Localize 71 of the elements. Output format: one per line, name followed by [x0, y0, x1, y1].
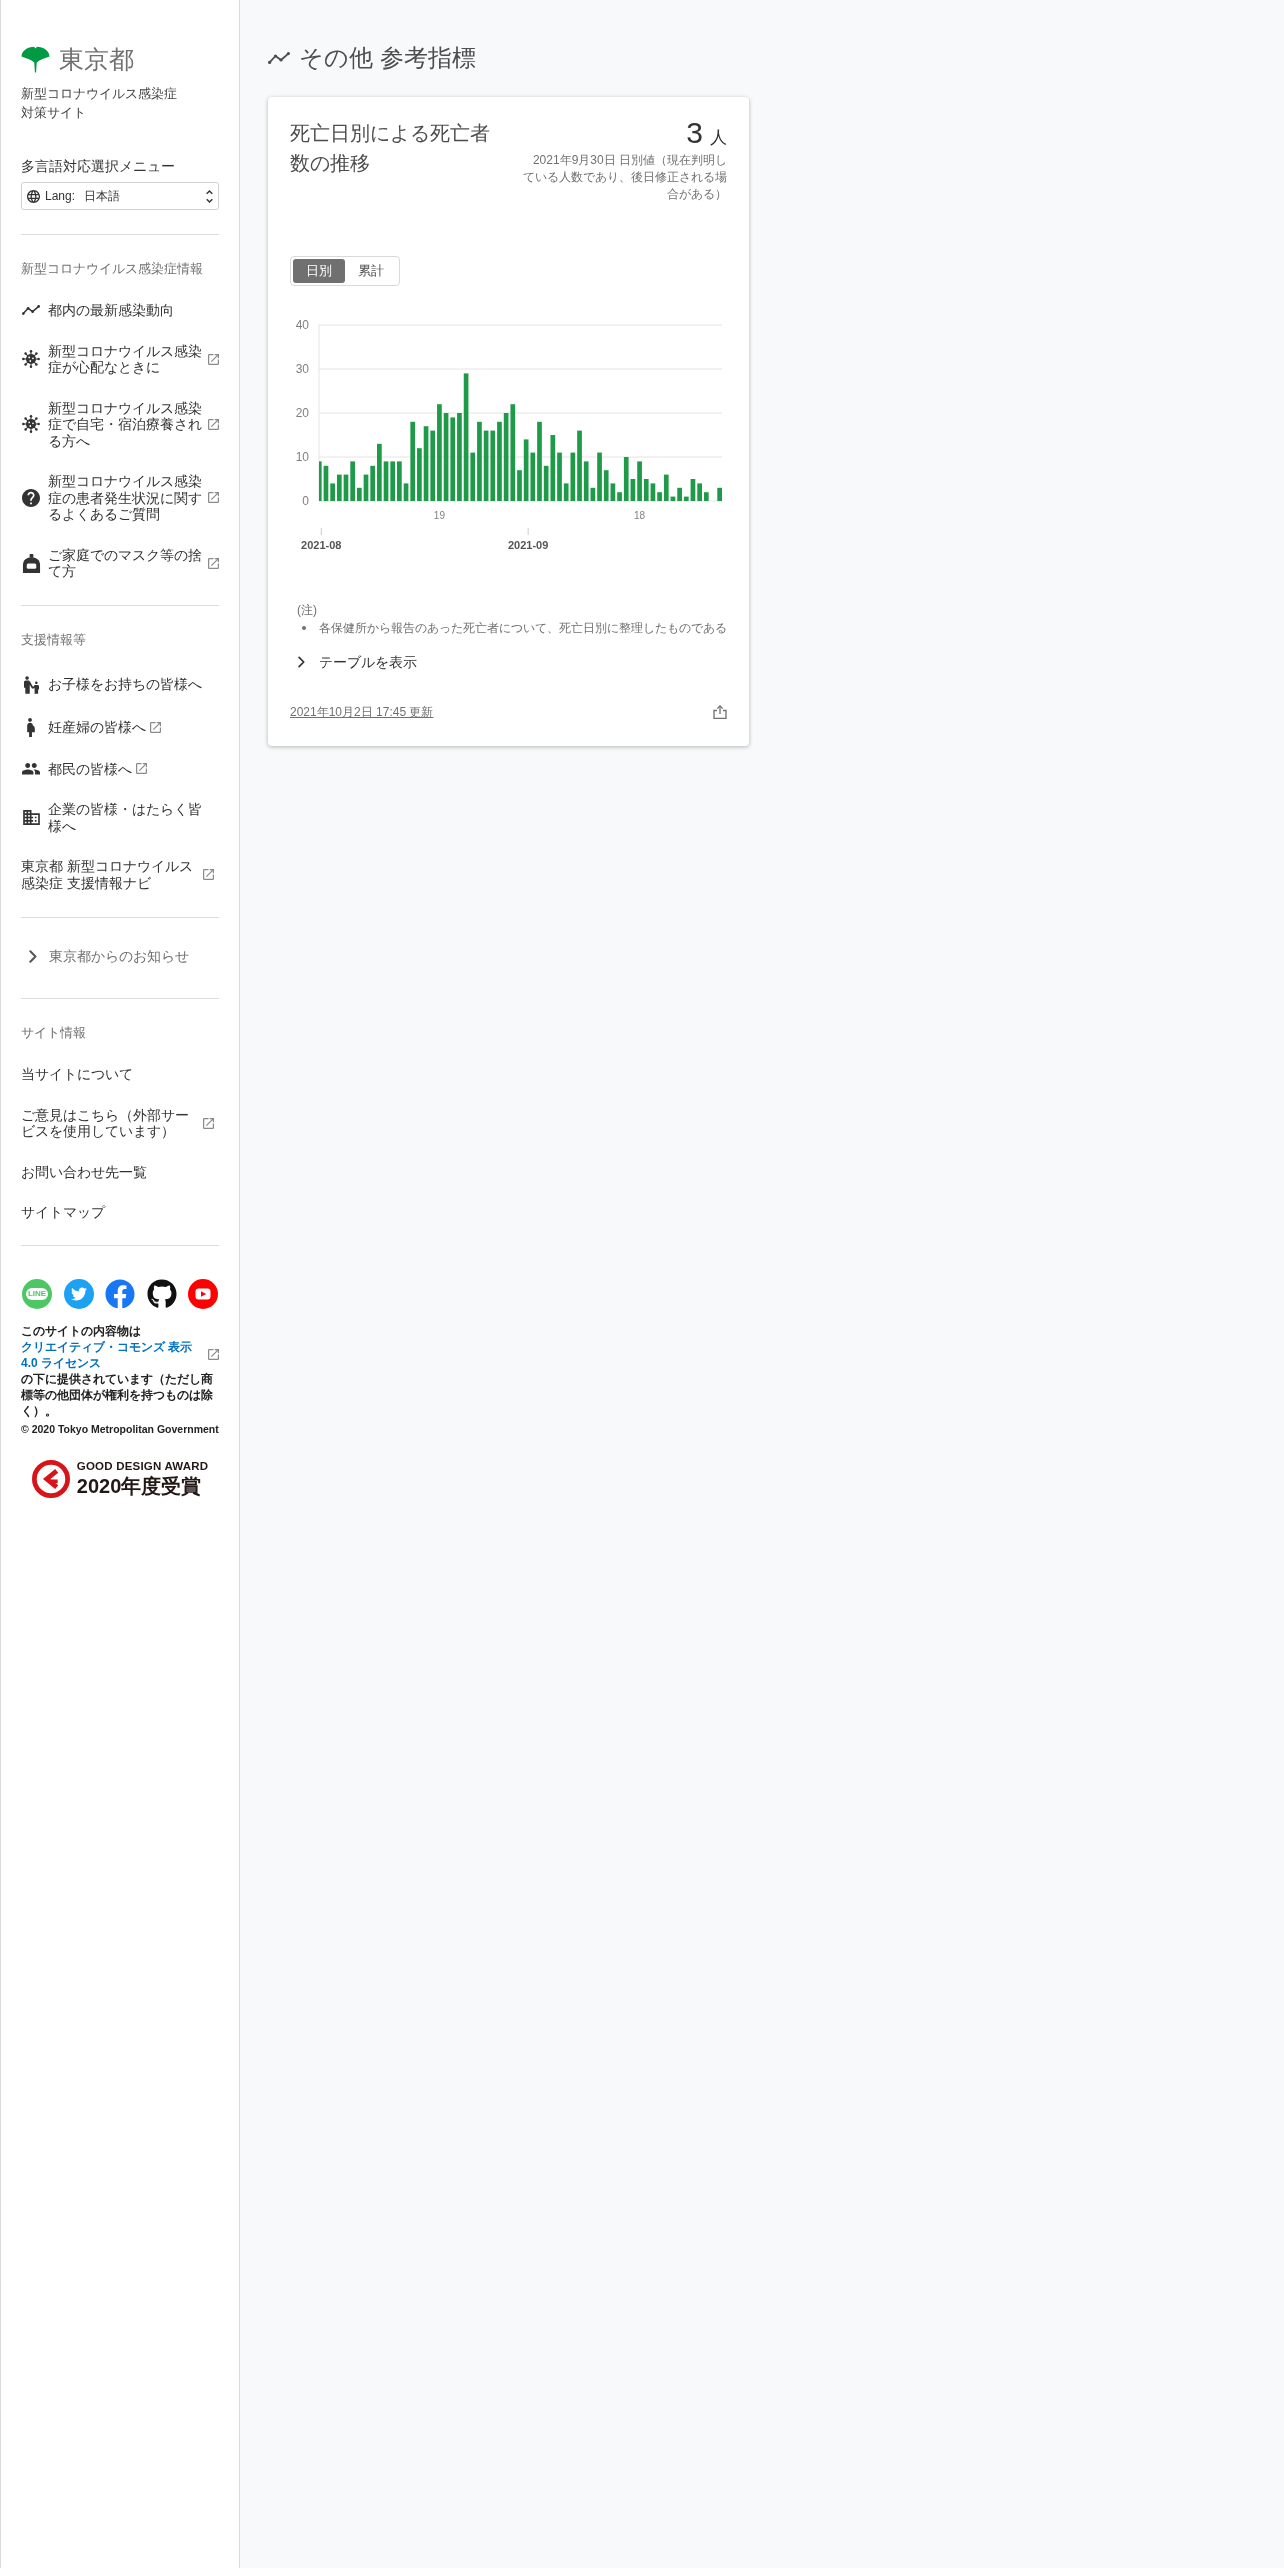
table-toggle[interactable]: テーブルを表示 — [290, 650, 417, 674]
virus-icon — [22, 350, 40, 368]
notice-toggle[interactable]: 東京都からのお知らせ — [21, 936, 219, 976]
trend-line-icon — [268, 52, 290, 64]
site-title: 新型コロナウイルス感染症 対策サイト — [21, 85, 178, 122]
nav-link[interactable]: サイトマップ — [21, 1192, 219, 1233]
y-axis-label: 20 — [295, 406, 309, 420]
nav-link[interactable]: 東京都 新型コロナウイルス感染症 支援情報ナビ — [21, 846, 219, 903]
language-menu-label: 多言語対応選択メニュー — [21, 157, 176, 175]
building-icon — [22, 810, 40, 825]
external-link-icon — [208, 1349, 219, 1360]
site-logo-text: 東京都 — [59, 45, 134, 73]
people-icon — [22, 763, 40, 775]
value-unit: 人 — [710, 128, 727, 148]
award-title: GOOD DESIGN AWARD — [76, 1460, 209, 1473]
language-select[interactable]: Lang: 日本語 — [21, 182, 219, 210]
nav-link[interactable]: 企業の皆様・はたらく皆様へ — [21, 789, 219, 846]
letter-f-icon[interactable] — [105, 1278, 135, 1309]
month-label: 2021-09 — [507, 539, 549, 551]
nav-link[interactable]: ご家庭でのマスク等の捨て方 — [21, 534, 219, 592]
nav-link[interactable]: 新型コロナウイルス感染症の患者発生状況に関するよくあるご質問 — [21, 461, 219, 535]
bird-icon[interactable] — [63, 1278, 94, 1309]
chart-bar — [717, 487, 722, 501]
nav-link[interactable]: 新型コロナウイルス感染症で自宅・宿泊療養される方へ — [21, 387, 219, 461]
license-text: の下に提供されています（ただし商標等の他団体が権利を持つものは除く）。 — [21, 1370, 214, 1419]
x-axis-label: 19 — [433, 510, 445, 521]
y-axis-label: 40 — [295, 318, 309, 332]
value-note: 2021年9月30日 日別値（現在判明している人数であり、後日修正される場合がある） — [522, 152, 727, 203]
globe-icon — [27, 189, 40, 203]
license-link[interactable]: クリエイティブ・コモンズ 表示 4.0 ライセンス — [21, 1338, 204, 1371]
section-heading: 新型コロナウイルス感染症情報 — [21, 261, 204, 277]
section-heading: サイト情報 — [21, 1025, 87, 1041]
award-mark-icon — [31, 1459, 70, 1498]
adult-child-icon — [23, 675, 39, 694]
nav-link[interactable]: 都内の最新感染動向 — [21, 290, 219, 331]
pregnant-person-icon — [27, 717, 35, 737]
nav-link[interactable]: お問い合わせ先一覧 — [21, 1151, 219, 1192]
updated-link[interactable]: 2021年10月2日 17:45 更新 — [290, 703, 434, 721]
virus-icon — [22, 415, 40, 434]
copyright-text: © 2020 Tokyo Metropolitan Government — [21, 1421, 219, 1436]
license-text: このサイトの内容物は — [21, 1322, 142, 1339]
chevron-icon — [29, 949, 37, 963]
up-down-chevron-icon — [206, 189, 213, 203]
bullet-icon — [302, 626, 306, 630]
nav-link[interactable]: 当サイトについて — [21, 1054, 219, 1095]
total-value: 3 — [686, 118, 703, 148]
chevron-icon — [298, 656, 305, 668]
trend-line-icon — [22, 305, 40, 316]
page-heading: その他 参考指標 — [299, 44, 476, 72]
section-heading: 支援情報等 — [21, 631, 87, 648]
nav-link[interactable]: ご意見はこちら（外部サービスを使用しています） — [21, 1094, 219, 1152]
note-text: 各保健所から報告のあった死亡者について、死亡日別に整理したものである — [319, 620, 727, 637]
help-icon — [22, 488, 40, 507]
nav-link[interactable]: お子様をお持ちの皆様へ — [21, 663, 219, 706]
ginkgo-leaf-icon — [21, 45, 50, 73]
share-icon[interactable] — [713, 705, 727, 719]
toggle-button[interactable]: 日別 — [293, 259, 345, 283]
x-axis-label: 18 — [634, 510, 646, 521]
cat-logo-icon[interactable] — [146, 1278, 177, 1309]
y-axis-label: 10 — [295, 450, 309, 464]
notes-heading: (注) — [296, 602, 318, 619]
play-icon[interactable] — [188, 1278, 218, 1309]
nav-link[interactable]: 妊産婦の皆様へ — [21, 705, 219, 749]
card-title: 死亡日別による死亡者数の推移 — [290, 121, 491, 176]
nav-link[interactable]: 都民の皆様へ — [21, 748, 219, 789]
y-axis-label: 0 — [302, 494, 309, 508]
y-axis-label: 30 — [295, 362, 309, 376]
nav-link[interactable]: 新型コロナウイルス感染症が心配なときに — [21, 330, 219, 388]
award-subtitle: 2020年度受賞 — [76, 1476, 203, 1497]
month-label: 2021-08 — [301, 539, 342, 551]
bin-icon — [21, 553, 41, 573]
